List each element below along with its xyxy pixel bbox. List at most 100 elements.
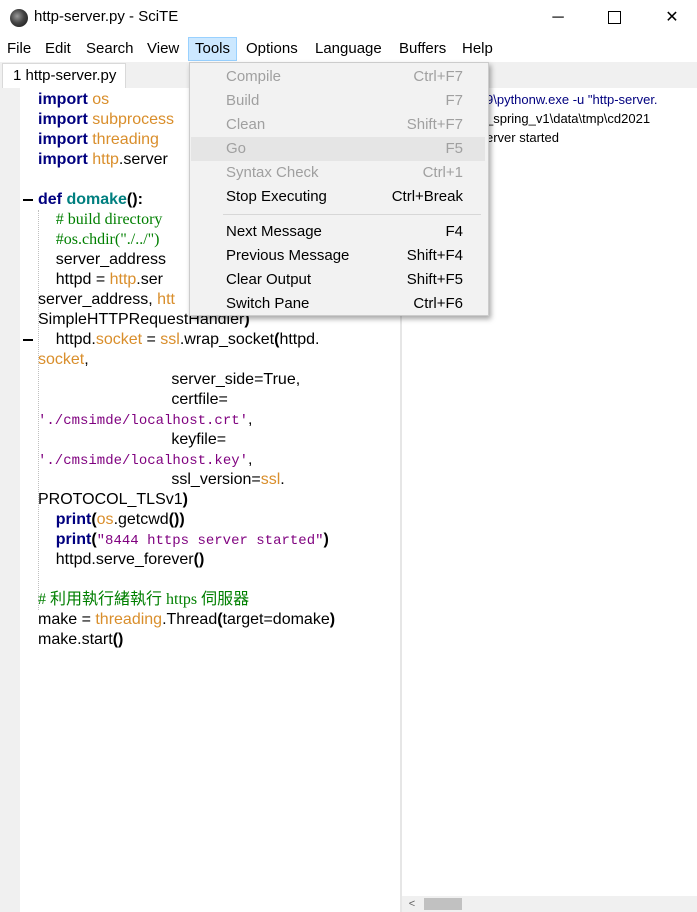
menu-help[interactable]: Help bbox=[462, 38, 493, 60]
code-line[interactable]: make = threading.Thread(target=domake) bbox=[38, 610, 335, 630]
minimize-button[interactable]: ─ bbox=[535, 0, 581, 36]
maximize-button[interactable] bbox=[591, 0, 637, 36]
code-line[interactable]: # 利用執行緒執行 https 伺服器 bbox=[38, 590, 249, 610]
code-token: import bbox=[38, 151, 88, 168]
code-line[interactable]: server_address bbox=[38, 250, 166, 270]
code-token: ssl bbox=[160, 331, 180, 348]
code-token: os bbox=[96, 511, 114, 528]
close-button[interactable]: ✕ bbox=[649, 0, 695, 36]
code-line[interactable]: #os.chdir("./../") bbox=[38, 230, 160, 250]
code-line[interactable]: certfile= bbox=[38, 390, 227, 410]
code-token: , bbox=[248, 451, 253, 468]
code-token: .wrap_socket bbox=[179, 331, 275, 348]
tab-http-server[interactable]: 1 http-server.py bbox=[2, 63, 126, 88]
code-line[interactable]: # build directory bbox=[38, 210, 163, 230]
code-token: os bbox=[92, 91, 110, 108]
code-token: ) bbox=[182, 491, 188, 508]
code-line[interactable]: ssl_version=ssl. bbox=[38, 470, 284, 490]
code-token: .getcwd bbox=[113, 511, 169, 528]
menu-item-previous-message[interactable]: Previous Message Shift+F4 bbox=[191, 244, 485, 268]
menu-item-clear-output[interactable]: Clear Output Shift+F5 bbox=[191, 268, 485, 292]
scite-app-icon bbox=[10, 9, 28, 27]
code-token: = bbox=[142, 331, 161, 348]
code-token: PROTOCOL_TLSv1 bbox=[38, 491, 183, 508]
menu-item-label: Build bbox=[226, 92, 260, 109]
menu-item-syntax-check[interactable]: Syntax Check Ctrl+1 bbox=[191, 161, 485, 185]
code-line[interactable]: import threading bbox=[38, 130, 159, 150]
code-token: ) bbox=[323, 531, 329, 548]
code-token: server_address bbox=[38, 251, 167, 268]
menu-tools[interactable]: Tools bbox=[188, 37, 238, 61]
code-token: , bbox=[84, 351, 89, 368]
fold-marker-icon[interactable] bbox=[23, 199, 33, 201]
menu-item-shortcut: Shift+F5 bbox=[406, 271, 463, 288]
code-line[interactable]: print("8444 https server started") bbox=[38, 530, 329, 550]
menu-item-shortcut: Ctrl+Break bbox=[391, 188, 463, 205]
code-token: .ser bbox=[136, 271, 163, 288]
scroll-left-icon[interactable]: < bbox=[402, 896, 422, 912]
code-line[interactable]: def domake(): bbox=[38, 190, 143, 210]
menu-options[interactable]: Options bbox=[246, 38, 298, 60]
code-line[interactable]: './cmsimde/localhost.crt', bbox=[38, 410, 253, 430]
code-token: subprocess bbox=[92, 111, 175, 128]
code-token: "8444 https server started" bbox=[96, 533, 324, 549]
code-token: keyfile= bbox=[38, 431, 227, 448]
code-line[interactable]: import os bbox=[38, 90, 109, 110]
code-token: .server bbox=[118, 151, 168, 168]
menu-item-build[interactable]: Build F7 bbox=[191, 89, 485, 113]
code-token: () bbox=[193, 551, 205, 568]
title-bar: http-server.py - SciTE ─ ✕ bbox=[0, 0, 697, 36]
code-token: httpd = bbox=[38, 271, 110, 288]
maximize-icon bbox=[607, 11, 621, 25]
code-token: server_side=True, bbox=[38, 371, 301, 388]
code-line[interactable]: import http.server bbox=[38, 150, 168, 170]
menu-item-shortcut: F4 bbox=[445, 223, 463, 240]
menu-separator bbox=[223, 214, 481, 215]
menu-item-label: Clean bbox=[226, 116, 266, 133]
code-line[interactable]: socket, bbox=[38, 350, 89, 370]
code-token: domake bbox=[66, 191, 127, 208]
code-line[interactable]: PROTOCOL_TLSv1) bbox=[38, 490, 188, 510]
fold-marker-icon[interactable] bbox=[23, 339, 33, 341]
code-line[interactable]: server_side=True, bbox=[38, 370, 300, 390]
menu-edit[interactable]: Edit bbox=[45, 38, 71, 60]
code-token: httpd. bbox=[38, 331, 96, 348]
code-token: # build directory bbox=[55, 211, 163, 228]
code-line[interactable]: import subprocess bbox=[38, 110, 174, 130]
fold-margin[interactable] bbox=[0, 88, 20, 912]
menu-buffers[interactable]: Buffers bbox=[399, 38, 446, 60]
code-line[interactable]: server_address, htt bbox=[38, 290, 175, 310]
code-line[interactable]: print(os.getcwd()) bbox=[38, 510, 185, 530]
tools-menu-dropdown: Compile Ctrl+F7 Build F7 Clean Shift+F7 Go F5 Sy… bbox=[189, 62, 489, 316]
scrollbar-thumb[interactable] bbox=[424, 898, 462, 910]
code-line[interactable]: httpd.serve_forever() bbox=[38, 550, 205, 570]
code-line[interactable]: make.start() bbox=[38, 630, 123, 650]
close-icon: ✕ bbox=[665, 9, 679, 26]
code-token: ssl bbox=[260, 471, 281, 488]
code-token: ) bbox=[329, 611, 336, 628]
menu-item-go[interactable]: Go F5 bbox=[191, 137, 485, 161]
output-horizontal-scrollbar[interactable]: < bbox=[402, 896, 697, 912]
menu-item-stop-executing[interactable]: Stop Executing Ctrl+Break bbox=[191, 185, 485, 209]
code-line[interactable]: httpd.socket = ssl.wrap_socket(httpd. bbox=[38, 330, 320, 350]
menu-item-switch-pane[interactable]: Switch Pane Ctrl+F6 bbox=[191, 292, 485, 316]
menu-item-compile[interactable]: Compile Ctrl+F7 bbox=[191, 65, 485, 89]
code-token: threading bbox=[92, 131, 159, 148]
code-token: .Thread bbox=[162, 611, 218, 628]
code-line[interactable]: keyfile= bbox=[38, 430, 226, 450]
code-line[interactable]: httpd = http.ser bbox=[38, 270, 163, 290]
code-line[interactable]: './cmsimde/localhost.key', bbox=[38, 450, 253, 470]
menu-item-label: Compile bbox=[226, 68, 282, 85]
menu-file[interactable]: File bbox=[7, 38, 31, 60]
menu-language[interactable]: Language bbox=[315, 38, 382, 60]
menu-item-next-message[interactable]: Next Message F4 bbox=[191, 220, 485, 244]
menu-item-label: Switch Pane bbox=[226, 295, 310, 312]
menu-view[interactable]: View bbox=[147, 38, 179, 60]
menu-item-shortcut: F7 bbox=[445, 92, 463, 109]
output-line: _spring_v1\data\tmp\cd2021 bbox=[486, 111, 651, 126]
code-token: http bbox=[109, 271, 137, 288]
menu-item-clean[interactable]: Clean Shift+F7 bbox=[191, 113, 485, 137]
menu-search[interactable]: Search bbox=[86, 38, 134, 60]
code-token: ssl_version= bbox=[38, 471, 261, 488]
